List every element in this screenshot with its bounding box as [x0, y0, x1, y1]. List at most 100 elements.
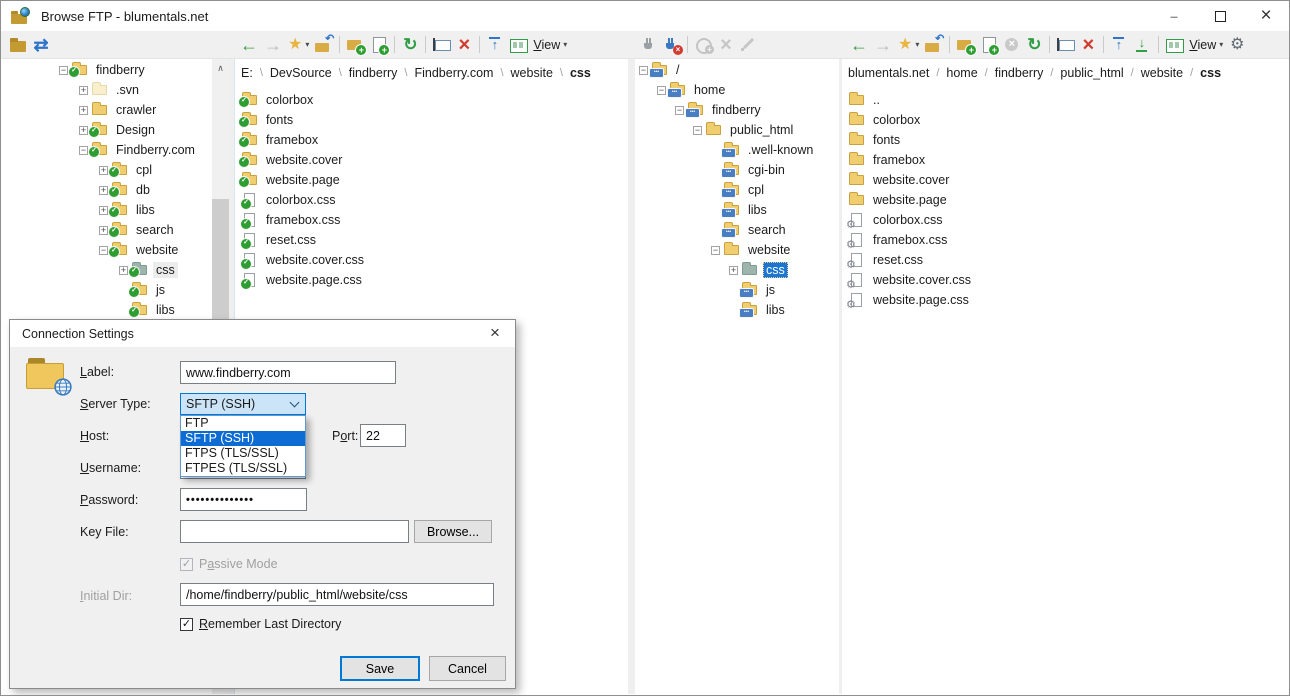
password-input[interactable] [180, 488, 307, 511]
favorites-button[interactable]: ★▾ [895, 32, 922, 57]
port-input[interactable] [360, 424, 406, 447]
new-file-button[interactable] [977, 32, 1000, 57]
new-file-button[interactable] [367, 32, 390, 57]
refresh-button[interactable]: ↻ [399, 32, 421, 57]
rename-button[interactable] [430, 32, 453, 57]
server-type-option[interactable]: FTPES (TLS/SSL) [181, 461, 305, 476]
collapse-toggle[interactable]: − [711, 246, 720, 255]
tree-item-css[interactable]: +css [635, 260, 839, 280]
expand-toggle[interactable]: + [99, 186, 108, 195]
panel-splitter[interactable] [628, 59, 635, 694]
collapse-toggle[interactable]: − [693, 126, 702, 135]
tree-item-js[interactable]: js [635, 280, 839, 300]
expand-toggle[interactable]: + [99, 226, 108, 235]
file-row[interactable]: framebox.css [842, 230, 1288, 250]
collapse-toggle[interactable]: − [99, 246, 108, 255]
download-button[interactable] [1131, 32, 1154, 57]
tree-item-search[interactable]: search [635, 220, 839, 240]
key-file-input[interactable] [180, 520, 409, 543]
collapse-toggle[interactable]: − [675, 106, 684, 115]
breadcrumb-item[interactable]: E: [236, 66, 258, 80]
close-button[interactable]: × [1243, 1, 1289, 31]
minimize-button[interactable]: – [1151, 1, 1197, 31]
file-row[interactable]: reset.css [235, 230, 628, 250]
folder-up-button[interactable] [922, 32, 945, 57]
file-row[interactable]: website.page.css [842, 290, 1288, 310]
breadcrumb-item[interactable]: DevSource [265, 66, 337, 80]
delete-button[interactable]: × [1077, 32, 1099, 57]
maximize-button[interactable] [1197, 1, 1243, 31]
cancel-button[interactable]: Cancel [429, 656, 506, 681]
tree-item-libs[interactable]: libs [635, 200, 839, 220]
file-row[interactable]: website.page.css [235, 270, 628, 290]
expand-toggle[interactable]: + [99, 206, 108, 215]
tree-item-public_html[interactable]: −public_html [635, 120, 839, 140]
browse-button[interactable]: Browse... [414, 520, 492, 543]
save-button[interactable]: Save [340, 656, 420, 681]
collapse-toggle[interactable]: − [79, 146, 88, 155]
breadcrumb-item[interactable]: css [565, 66, 596, 80]
tree-item-Design[interactable]: +Design [1, 120, 229, 140]
breadcrumb-item[interactable]: public_html [1055, 66, 1128, 80]
file-row[interactable]: website.page [842, 190, 1288, 210]
server-type-combobox[interactable]: SFTP (SSH) [180, 393, 306, 415]
file-row[interactable]: website.page [235, 170, 628, 190]
expand-toggle[interactable]: + [79, 126, 88, 135]
view-toggle-button[interactable] [1163, 32, 1186, 57]
file-row[interactable]: website.cover [235, 150, 628, 170]
collapse-toggle[interactable]: − [59, 66, 68, 75]
tree-item-libs[interactable]: +libs [1, 200, 229, 220]
tree-item-libs[interactable]: libs [635, 300, 839, 320]
file-row[interactable]: framebox [235, 130, 628, 150]
breadcrumb-item[interactable]: website [506, 66, 558, 80]
tree-item-js[interactable]: js [1, 280, 229, 300]
view-menu-button[interactable]: View▾ [1186, 32, 1226, 57]
breadcrumb-item[interactable]: website [1136, 66, 1188, 80]
edit-site-button[interactable] [737, 32, 760, 57]
tree-item-libs[interactable]: libs [1, 300, 229, 320]
file-row[interactable]: reset.css [842, 250, 1288, 270]
file-row[interactable]: colorbox.css [842, 210, 1288, 230]
tree-item-cpl[interactable]: +cpl [1, 160, 229, 180]
tree-item-findberry[interactable]: −findberry [1, 60, 229, 80]
breadcrumb-item[interactable]: Findberry.com [409, 66, 498, 80]
tree-item-website[interactable]: −website [1, 240, 229, 260]
breadcrumb-item[interactable]: blumentals.net [843, 66, 934, 80]
label-input[interactable] [180, 361, 396, 384]
back-button[interactable]: ← [847, 32, 871, 57]
delete-button[interactable]: × [453, 32, 475, 57]
breadcrumb-item[interactable]: css [1195, 66, 1226, 80]
server-type-option[interactable]: FTP [181, 416, 305, 431]
open-folder-button[interactable] [7, 32, 30, 57]
tree-item-css[interactable]: +css [1, 260, 229, 280]
favorites-button[interactable]: ★▾ [285, 32, 312, 57]
add-site-button[interactable] [692, 32, 715, 57]
tree-item-home[interactable]: −home [635, 80, 839, 100]
upload-button[interactable] [1108, 32, 1131, 57]
breadcrumb-item[interactable]: findberry [990, 66, 1049, 80]
expand-toggle[interactable]: + [79, 86, 88, 95]
collapse-toggle[interactable]: − [639, 66, 648, 75]
tree-item-/[interactable]: −/ [635, 60, 839, 80]
settings-button[interactable]: ⚙ [1226, 32, 1248, 57]
delete-site-button[interactable]: × [715, 32, 737, 57]
tree-item-db[interactable]: +db [1, 180, 229, 200]
new-folder-button[interactable] [954, 32, 977, 57]
initial-dir-input[interactable] [180, 583, 494, 606]
file-row[interactable]: .. [842, 90, 1288, 110]
forward-button[interactable]: → [261, 32, 285, 57]
back-button[interactable]: ← [237, 32, 261, 57]
breadcrumb-item[interactable]: findberry [344, 66, 403, 80]
disconnect-button[interactable]: × [660, 32, 683, 57]
cancel-transfer-button[interactable] [1000, 32, 1023, 57]
tree-item-crawler[interactable]: +crawler [1, 100, 229, 120]
breadcrumb-item[interactable]: home [941, 66, 982, 80]
file-row[interactable]: framebox.css [235, 210, 628, 230]
file-row[interactable]: website.cover.css [842, 270, 1288, 290]
file-row[interactable]: website.cover.css [235, 250, 628, 270]
tree-item-.well-known[interactable]: .well-known [635, 140, 839, 160]
expand-toggle[interactable]: + [119, 266, 128, 275]
server-type-option[interactable]: FTPS (TLS/SSL) [181, 446, 305, 461]
folder-up-button[interactable] [312, 32, 335, 57]
file-row[interactable]: framebox [842, 150, 1288, 170]
